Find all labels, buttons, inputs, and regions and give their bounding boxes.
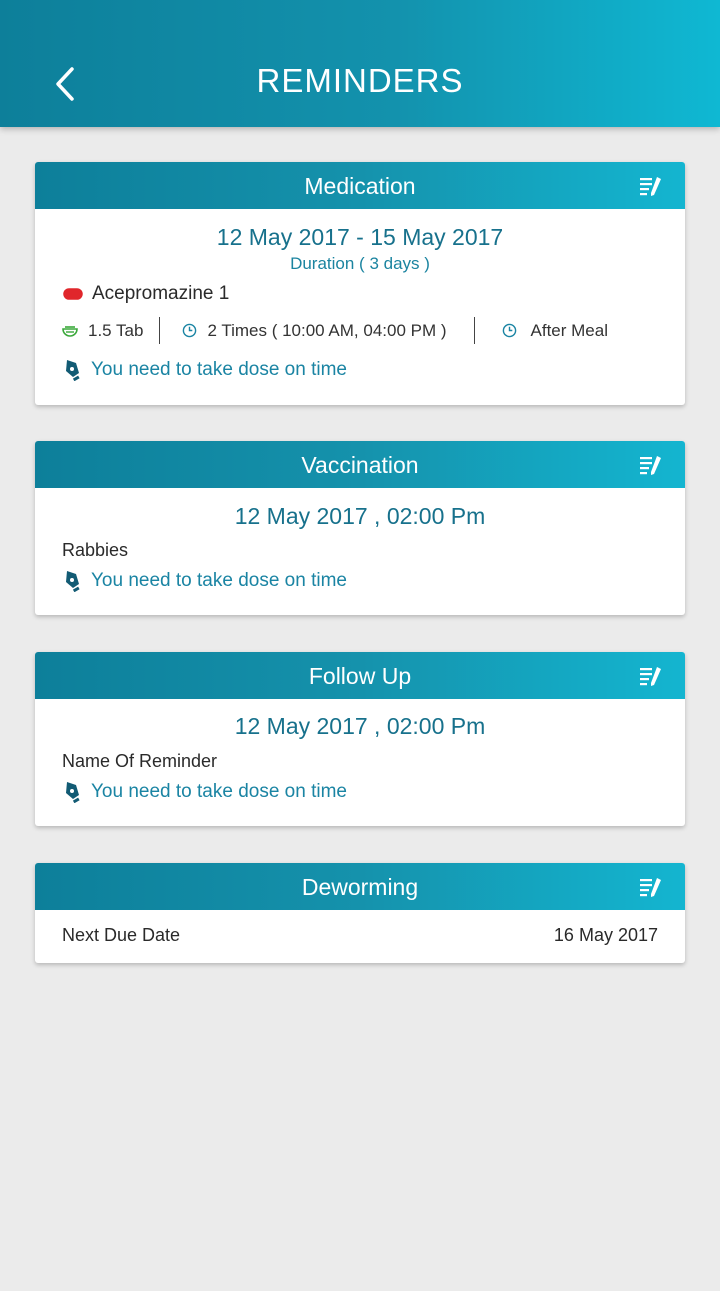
medication-detail-row: 1.5 Tab 2 Times ( 10:00 AM, 04:00 PM ) A…: [62, 317, 665, 344]
vaccination-title: Vaccination: [301, 452, 419, 478]
vaccination-name: Rabbies: [62, 540, 129, 560]
vaccination-card: Vaccination 12 May 2017 , 02:00 Pm Rabbi…: [35, 441, 685, 615]
deworming-body: Next Due Date 16 May 2017: [35, 910, 685, 963]
vaccination-datetime: 12 May 2017 , 02:00 Pm: [234, 503, 486, 529]
medication-duration: Duration ( 3 days ): [290, 254, 430, 273]
vaccination-note: You need to take dose on time: [91, 570, 347, 591]
divider: [473, 317, 475, 344]
edit-list-icon[interactable]: [639, 876, 663, 898]
pen-nib-icon: [66, 360, 80, 381]
medication-note-row: You need to take dose on time: [63, 359, 347, 381]
vaccination-card-header: Vaccination: [35, 441, 685, 488]
deworming-card: Deworming Next Due Date 16 May 2017: [35, 863, 685, 963]
deworming-title: Deworming: [301, 874, 419, 900]
pill-icon: [63, 288, 83, 300]
medication-title: Medication: [304, 173, 416, 199]
medication-drug-row: Acepromazine 1: [63, 283, 229, 305]
medication-dose: 1.5 Tab: [88, 320, 144, 340]
medication-note: You need to take dose on time: [91, 359, 347, 380]
medication-frequency: 2 Times ( 10:00 AM, 04:00 PM ): [207, 320, 447, 340]
followup-datetime: 12 May 2017 , 02:00 Pm: [234, 713, 486, 739]
edit-list-icon[interactable]: [639, 454, 663, 476]
clock-icon: [183, 323, 197, 338]
medication-card-header: Medication: [35, 162, 685, 209]
followup-name: Name Of Reminder: [62, 751, 218, 771]
vaccination-note-row: You need to take dose on time: [63, 570, 347, 592]
page-title: REMINDERS: [256, 62, 464, 99]
medication-meal: After Meal: [530, 320, 608, 340]
app-header: REMINDERS: [0, 0, 720, 127]
medication-date-range: 12 May 2017 - 15 May 2017: [216, 224, 504, 250]
tablet-icon: [62, 325, 78, 337]
medication-card: Medication 12 May 2017 - 15 May 2017 Dur…: [35, 162, 685, 405]
followup-body: 12 May 2017 , 02:00 Pm Name Of Reminder …: [35, 699, 685, 826]
vaccination-body: 12 May 2017 , 02:00 Pm Rabbies You need …: [35, 488, 685, 615]
followup-note-row: You need to take dose on time: [63, 781, 347, 803]
followup-note: You need to take dose on time: [91, 781, 347, 802]
followup-title: Follow Up: [308, 663, 412, 689]
pen-nib-icon: [66, 782, 80, 803]
clock-icon: [502, 323, 516, 338]
deworming-label: Next Due Date: [62, 925, 181, 945]
medication-body: 12 May 2017 - 15 May 2017 Duration ( 3 d…: [35, 209, 685, 405]
edit-list-icon[interactable]: [639, 665, 663, 687]
followup-card: Follow Up 12 May 2017 , 02:00 Pm Name Of…: [35, 652, 685, 826]
deworming-card-header: Deworming: [35, 863, 685, 910]
edit-list-icon[interactable]: [639, 175, 663, 197]
pen-nib-icon: [66, 571, 80, 592]
divider: [159, 317, 161, 344]
medication-drug-name: Acepromazine 1: [92, 283, 230, 304]
deworming-date: 16 May 2017: [553, 925, 658, 945]
followup-card-header: Follow Up: [35, 652, 685, 699]
